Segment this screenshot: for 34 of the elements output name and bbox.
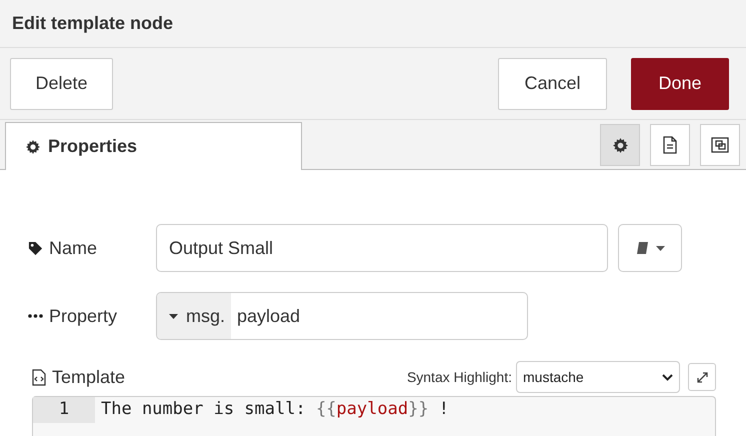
settings-icon xyxy=(612,138,628,153)
expand-icon xyxy=(696,372,708,383)
ellipsis-icon xyxy=(28,314,43,318)
code-editor[interactable]: 1 The number is small: {{payload}} ! xyxy=(32,396,716,436)
properties-tab[interactable]: Properties xyxy=(5,122,302,170)
sidebar-tab[interactable] xyxy=(650,124,690,166)
window-title: Edit template node xyxy=(12,12,174,35)
caret-icon xyxy=(656,246,664,251)
expand-button[interactable] xyxy=(688,363,716,392)
library-button[interactable] xyxy=(618,224,682,272)
line-number: 1 xyxy=(33,397,95,424)
chevron-icon xyxy=(662,374,673,381)
field-label: Name xyxy=(49,236,98,260)
code-file-icon xyxy=(32,368,46,386)
cancel-button[interactable]: Cancel xyxy=(498,58,607,110)
syntax-label: Syntax Highlight: xyxy=(406,368,512,387)
sidebar-tab[interactable] xyxy=(700,124,740,166)
property-value: payload xyxy=(236,304,300,328)
sidebar-tab[interactable] xyxy=(600,124,640,166)
type-selector[interactable]: msg. xyxy=(157,293,232,340)
done-button[interactable]: Done xyxy=(631,58,729,110)
tag-icon xyxy=(28,240,43,256)
name-input[interactable]: Output Small xyxy=(156,224,608,272)
delete-button[interactable]: Delete xyxy=(10,58,113,110)
settings-icon xyxy=(26,140,40,154)
code-line: The number is small: {{payload}} ! xyxy=(100,398,450,422)
caret-icon xyxy=(169,314,178,319)
book-icon xyxy=(636,241,650,256)
field-label: Template xyxy=(52,366,126,389)
syntax-select[interactable]: mustache xyxy=(516,361,680,394)
frame-icon xyxy=(710,136,730,154)
field-label: Property xyxy=(49,304,118,328)
document-icon xyxy=(662,136,678,154)
property-input[interactable]: msg. payload xyxy=(156,292,528,340)
